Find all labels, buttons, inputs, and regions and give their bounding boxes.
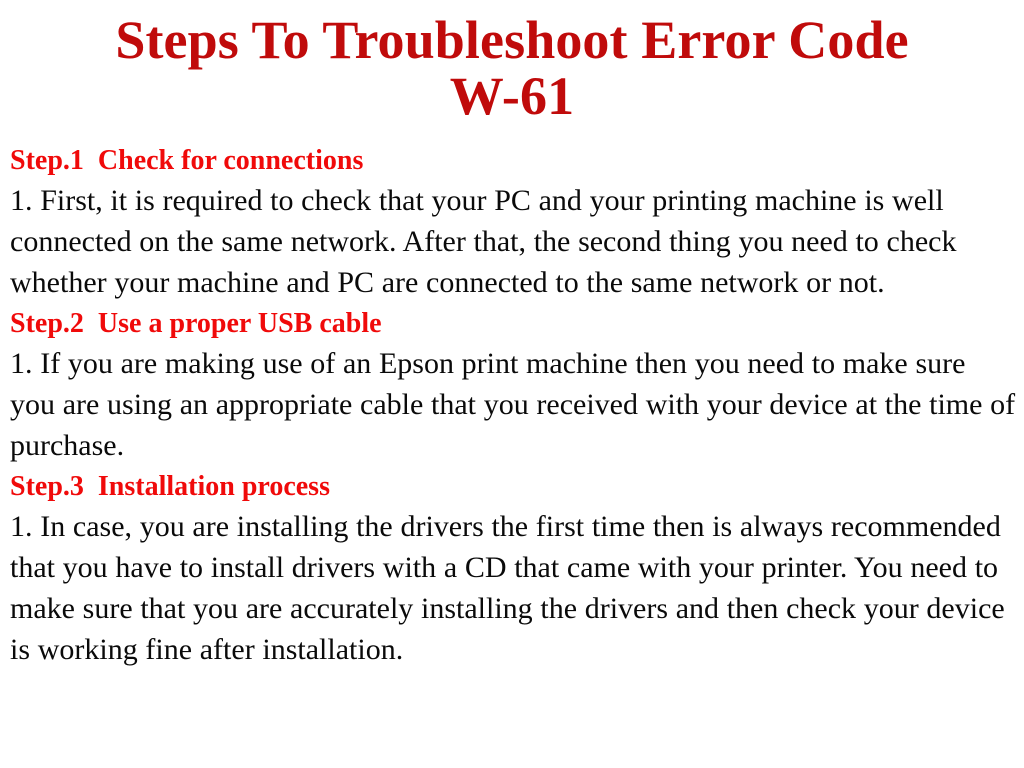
page-title-line-1: Steps To Troubleshoot Error Code bbox=[115, 10, 909, 70]
step-block-2: Step.2 Use a proper USB cable 1. If you … bbox=[10, 307, 1016, 466]
slide-canvas: Steps To Troubleshoot Error Code W-61 St… bbox=[0, 0, 1024, 768]
step-1-body: 1. First, it is required to check that y… bbox=[10, 184, 957, 299]
slide-content: Step.1 Check for connections 1. First, i… bbox=[10, 144, 1016, 670]
page-title-line-2: W-61 bbox=[449, 66, 575, 126]
step-block-1: Step.1 Check for connections 1. First, i… bbox=[10, 144, 1016, 303]
step-3-body: 1. In case, you are installing the drive… bbox=[10, 510, 1005, 666]
step-1-heading: Step.1 Check for connections bbox=[10, 145, 364, 176]
step-2-heading: Step.2 Use a proper USB cable bbox=[10, 308, 382, 339]
step-block-3: Step.3 Installation process 1. In case, … bbox=[10, 470, 1016, 670]
step-3-heading: Step.3 Installation process bbox=[10, 471, 330, 502]
page-title: Steps To Troubleshoot Error Code W-61 bbox=[0, 12, 1024, 124]
step-2-body: 1. If you are making use of an Epson pri… bbox=[10, 347, 1016, 462]
